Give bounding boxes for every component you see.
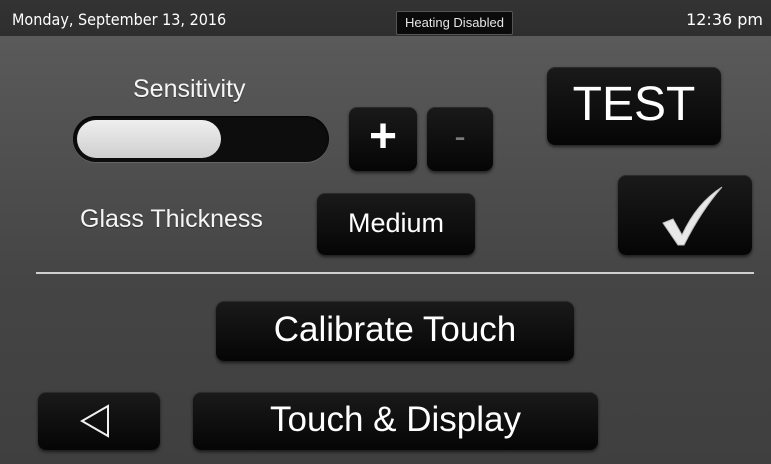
status-date: Monday, September 13, 2016 xyxy=(12,10,227,29)
back-button[interactable] xyxy=(38,392,160,450)
glass-thickness-label: Glass Thickness xyxy=(80,205,263,233)
test-button[interactable]: TEST xyxy=(547,67,721,145)
status-time: 12:36 pm xyxy=(686,10,763,29)
status-bar: Monday, September 13, 2016 Heating Disab… xyxy=(0,0,771,36)
sensitivity-label: Sensitivity xyxy=(133,75,246,103)
heating-status-badge: Heating Disabled xyxy=(396,11,514,35)
sensitivity-slider[interactable] xyxy=(73,116,329,162)
touch-settings-screen: Monday, September 13, 2016 Heating Disab… xyxy=(0,0,771,464)
sensitivity-increase-button[interactable]: + xyxy=(349,107,417,171)
touch-display-menu-button[interactable]: Touch & Display xyxy=(193,392,598,450)
sensitivity-decrease-button[interactable]: - xyxy=(427,107,493,171)
calibrate-touch-button[interactable]: Calibrate Touch xyxy=(216,301,574,361)
checkmark-icon xyxy=(662,186,723,246)
back-triangle-icon xyxy=(79,404,109,438)
sensitivity-slider-fill xyxy=(77,120,221,158)
glass-thickness-select[interactable]: Medium xyxy=(317,193,475,255)
divider xyxy=(36,272,754,274)
confirm-button[interactable] xyxy=(618,175,752,255)
